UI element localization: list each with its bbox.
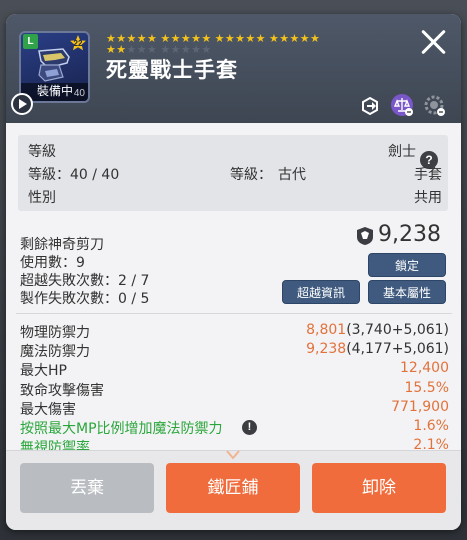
stat-label: 魔法防禦力 [20,344,90,361]
combat-power-icon [357,227,373,245]
transcend-info-button[interactable]: 超越資訊 [282,280,360,304]
settings-disabled-icon[interactable] [422,93,446,117]
stat-value-number: 2.1% [413,437,449,450]
gender-value: 共用 [414,190,442,206]
level-value: 等級：40 / 40 [28,167,120,183]
stat-value-number: 15.5% [404,379,449,396]
chevron-down-icon [226,450,240,460]
remaining-scissors-label: 剩餘神奇剪刀 [20,237,104,253]
play-icon[interactable] [11,93,33,115]
item-detail-panel: L 22 裝備中 40 ★★★★★ ★★★★★ ★★★★★ ★★★★★ ★★★★★ ★★… [6,14,461,530]
info-icon[interactable]: ! [242,420,257,435]
item-header: L 22 裝備中 40 ★★★★★ ★★★★★ ★★★★★ ★★★★★ ★★★★★ ★★… [6,14,461,123]
stat-label: 致命攻擊傷害 [20,382,104,399]
transcend-fail-count: 超越失敗次數：2 / 7 [20,273,150,289]
stat-value: 15.5% [405,380,449,396]
craft-fail-count: 製作失敗次數：0 / 5 [20,291,150,307]
stat-value: 8,801(3,740+5,061) [306,322,449,338]
scale-icon[interactable] [390,93,414,117]
rank-label: 等級： [230,167,272,183]
uses-count: 使用數：9 [20,255,85,271]
gender-label: 性別 [28,190,56,206]
star-force-badge: 22 [70,35,86,51]
stat-value-number: 9,238 [306,341,347,358]
stat-label: 無視防禦率 [20,440,90,450]
stat-value-number: 12,400 [400,360,449,377]
basic-info-box: 等級 等級：40 / 40 性別 等級： 古代 劍士 ? 手套 共用 [18,135,448,211]
slot-value: 手套 [414,167,442,183]
item-detail-content[interactable]: 等級 等級：40 / 40 性別 等級： 古代 劍士 ? 手套 共用 剩餘神奇剪… [6,123,461,450]
level-label: 等級 [28,144,56,160]
item-name: 死靈戰士手套 [106,58,238,82]
stat-value: 771,900 [391,399,449,415]
stat-value: 12,400 [400,360,449,376]
star-force-value: 22 [73,39,83,48]
discard-button[interactable]: 丟棄 [20,463,154,513]
stat-value: 2.1% [413,437,449,450]
grade-badge: L [23,34,38,49]
close-button[interactable] [420,28,448,56]
glove-icon [38,48,70,82]
stat-value: 9,238(4,177+5,061) [306,341,449,357]
item-icon[interactable]: L 22 裝備中 40 [19,31,90,103]
lock-button[interactable]: 鎖定 [368,253,446,277]
stat-value-number: 771,900 [391,398,449,415]
divider [16,313,452,314]
stat-label: 最大傷害 [20,401,76,418]
stat-value-number: 8,801 [306,322,347,338]
stat-label: 按照最大MP比例增加魔法防禦力 [20,421,223,437]
stat-value-detail: (3,740+5,061) [346,322,449,338]
job-value: 劍士 [388,144,416,160]
item-level-corner: 40 [73,88,85,99]
base-attribute-button[interactable]: 基本屬性 [368,280,446,304]
share-icon[interactable] [358,93,382,117]
action-footer: 丟棄 鐵匠鋪 卸除 [6,450,461,530]
stat-value-number: 1.6% [413,418,449,434]
stat-value: 1.6% [413,418,449,434]
unequip-button[interactable]: 卸除 [312,463,446,513]
combat-power-value: 9,238 [378,222,441,247]
stat-label: 最大HP [20,363,67,380]
stat-value-detail: (4,177+5,061) [346,341,449,358]
stat-label: 物理防禦力 [20,325,90,341]
blacksmith-button[interactable]: 鐵匠鋪 [166,463,300,513]
rank-value: 古代 [278,167,306,183]
equipped-label: 裝備中 [37,84,74,98]
